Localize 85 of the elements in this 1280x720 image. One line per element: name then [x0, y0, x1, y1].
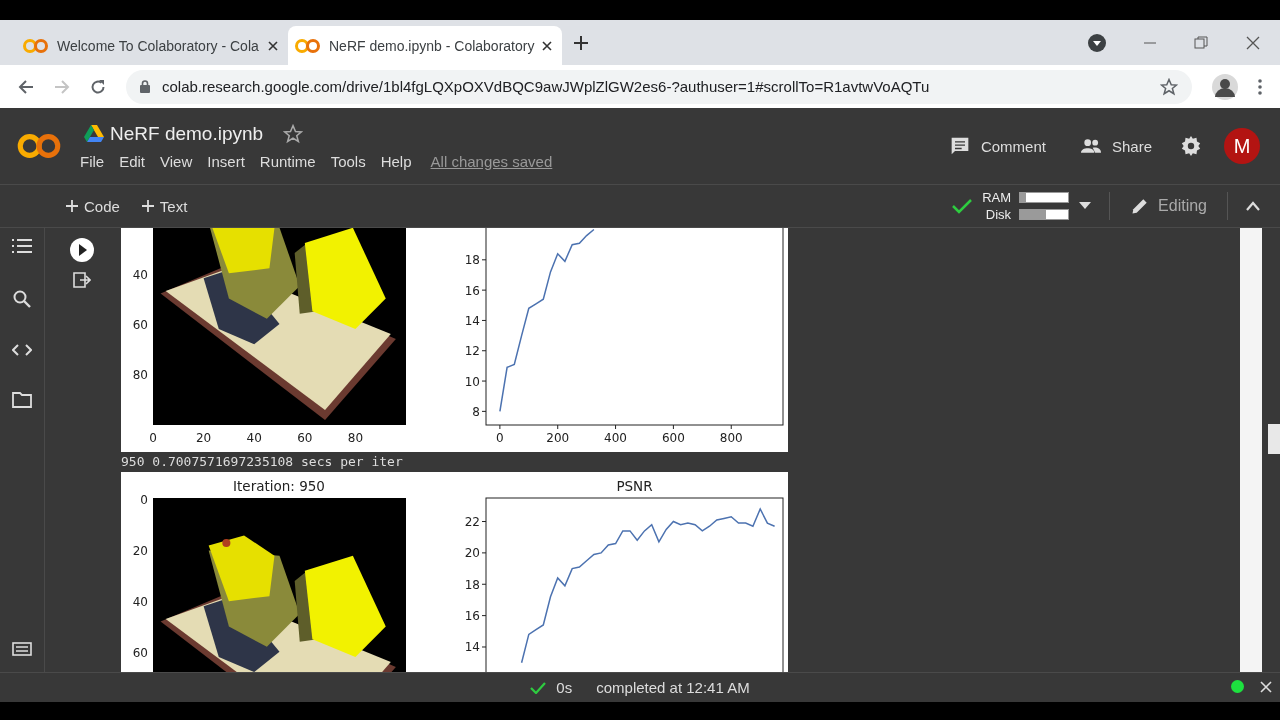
header-button[interactable]: Share	[1073, 132, 1158, 160]
scrollbar[interactable]	[1240, 228, 1262, 672]
menu-item[interactable]: Edit	[119, 152, 146, 170]
tick-label: 80	[347, 431, 364, 445]
reload-icon[interactable]	[90, 78, 106, 95]
user-avatar[interactable]: M	[1224, 128, 1260, 164]
settings-icon[interactable]	[1180, 135, 1202, 157]
output-text: 950 0.7007571697235108 secs per iter	[121, 453, 404, 471]
tick-label: 0	[140, 493, 148, 507]
tick-label: 14	[464, 640, 480, 655]
tick-label: 40	[246, 431, 262, 445]
menu-item[interactable]: Runtime	[259, 152, 316, 170]
chart-title: PSNR	[616, 478, 653, 494]
drive-icon	[84, 124, 104, 143]
image-title: Iteration: 950	[233, 478, 325, 494]
notebook-title[interactable]: NeRF demo.ipynb	[110, 122, 264, 145]
terminal-icon[interactable]	[12, 642, 32, 656]
colab-logo-icon	[16, 131, 62, 161]
browser-tab[interactable]: NeRF demo.ipynb - Colaboratory	[288, 26, 563, 65]
caret-icon[interactable]	[1079, 202, 1092, 210]
colab-logo-icon	[294, 37, 321, 54]
browser-tab[interactable]: Welcome To Colaboratory - Cola	[16, 26, 288, 65]
people-icon	[1079, 136, 1102, 156]
output-menu-icon[interactable]	[73, 272, 91, 288]
tick-label: 800	[719, 431, 743, 445]
address-field[interactable]: colab.research.google.com/drive/1bl4fgLQXpOXVdBQC9awJWplZlGW2es6-?authuser=1#scrollTo=R1avtwVoAQTu	[126, 69, 1192, 104]
close-icon[interactable]	[268, 40, 278, 51]
tick-label: 60	[297, 431, 313, 445]
tick-label: 22	[464, 515, 480, 529]
tick-label: 14	[464, 313, 480, 328]
meter-label: Disk	[985, 207, 1012, 222]
add-cell-button[interactable]: Text	[135, 193, 194, 219]
tick-label: 0	[496, 431, 504, 445]
add-cell-button[interactable]: Code	[60, 193, 126, 219]
more-icon[interactable]	[1258, 78, 1262, 95]
tick-label: 16	[464, 283, 480, 298]
tick-label: 80	[132, 368, 148, 382]
tick-label: 600	[661, 431, 685, 445]
menu-item[interactable]: Tools	[330, 152, 366, 170]
tick-label: 400	[604, 431, 627, 445]
tick-label: 10	[464, 374, 480, 389]
tick-label: 20	[464, 546, 480, 561]
profile-avatar-icon[interactable]	[1212, 73, 1238, 100]
tick-label: 60	[132, 646, 148, 660]
header-button[interactable]: Comment	[942, 132, 1052, 160]
chevron-up-icon[interactable]	[1246, 201, 1260, 211]
tick-label: 0	[149, 431, 157, 445]
star-icon[interactable]	[283, 123, 304, 144]
tick-label: 20	[132, 544, 148, 558]
table-of-contents-icon[interactable]	[12, 238, 32, 254]
search-icon[interactable]	[13, 290, 31, 308]
menu-item[interactable]: Help	[380, 152, 412, 170]
tick-label: 8	[472, 404, 480, 419]
run-cell-icon[interactable]	[70, 238, 94, 262]
plus-icon	[141, 200, 154, 212]
tick-label: 18	[464, 577, 480, 592]
execution-time: 0s	[556, 679, 573, 696]
dropdown-icon[interactable]	[1088, 33, 1106, 52]
colab-logo-icon	[22, 37, 49, 54]
save-status-link[interactable]: All changes saved	[430, 152, 553, 170]
code-icon[interactable]	[12, 344, 32, 356]
scrollbar-thumb[interactable]	[1268, 424, 1280, 454]
menu-item[interactable]: View	[160, 152, 193, 170]
close-icon[interactable]	[542, 40, 553, 51]
close-icon[interactable]	[1246, 35, 1260, 50]
tick-label: 16	[464, 609, 480, 624]
editing-button[interactable]: Editing	[1128, 192, 1209, 220]
back-icon[interactable]	[18, 78, 34, 95]
tick-label: 20	[195, 431, 212, 445]
tick-label: 200	[546, 431, 570, 445]
meter-label: RAM	[982, 190, 1012, 205]
folder-icon[interactable]	[12, 392, 32, 408]
bookmark-star-icon[interactable]	[1160, 77, 1178, 96]
tick-label: 40	[132, 595, 148, 609]
tick-label: 60	[132, 318, 148, 332]
tick-label: 18	[464, 253, 480, 268]
new-tab-icon[interactable]	[574, 35, 589, 50]
tick-label: 12	[464, 344, 480, 359]
status-message: completed at 12:41 AM	[596, 679, 750, 696]
menu-item[interactable]: File	[80, 152, 105, 170]
plus-icon	[66, 200, 78, 212]
tick-label: 40	[132, 268, 148, 282]
menu-item[interactable]: Insert	[207, 152, 245, 170]
lock-icon	[140, 80, 150, 93]
restore-icon[interactable]	[1194, 35, 1208, 50]
